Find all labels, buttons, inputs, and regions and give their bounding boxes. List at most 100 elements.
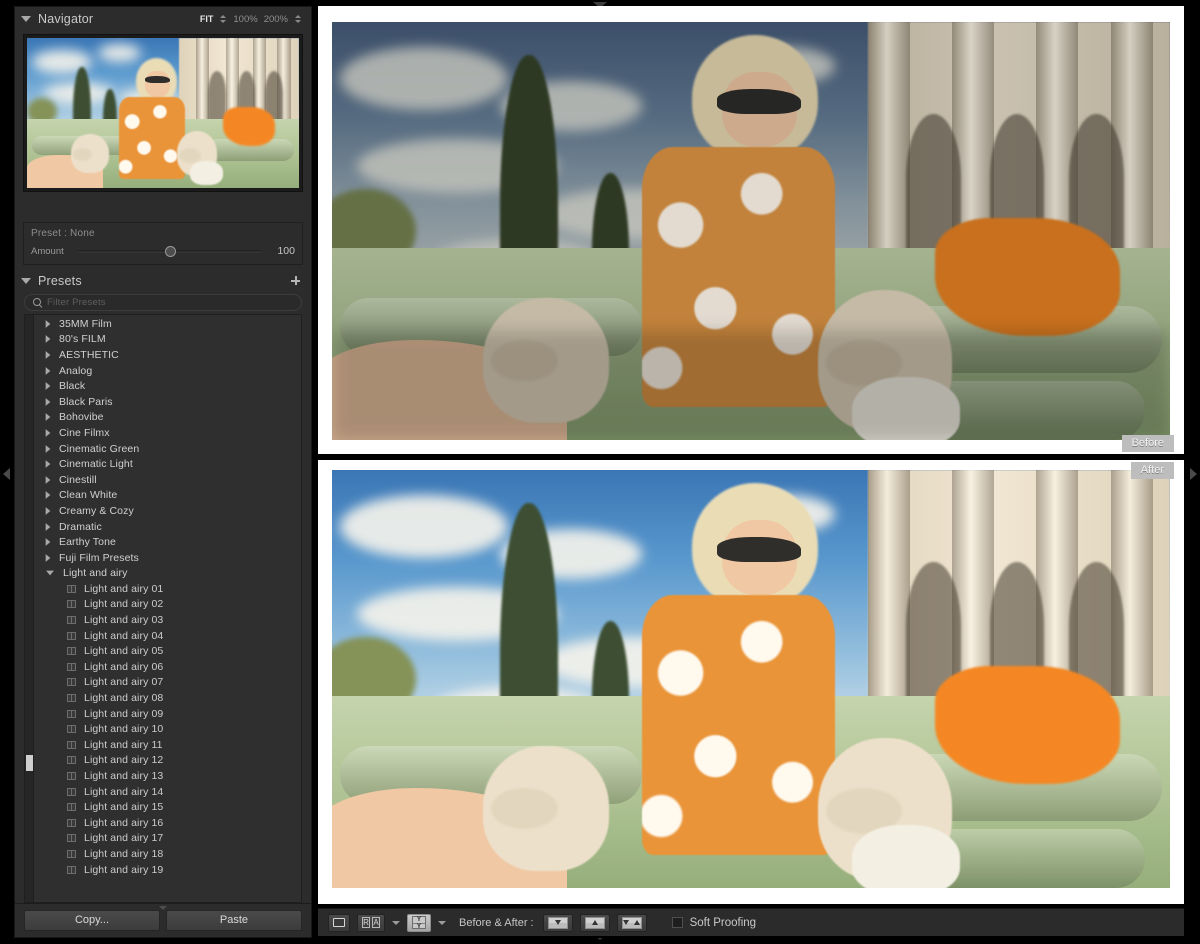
preset-list-scrollbar-thumb[interactable] <box>26 755 33 771</box>
preset-group-row[interactable]: Clean White <box>34 488 301 504</box>
filter-presets-input[interactable]: Filter Presets <box>24 294 302 311</box>
left-panel-collapse-arrow-icon[interactable] <box>3 468 10 480</box>
preset-group-label: Bohovibe <box>59 411 104 424</box>
reference-compare-button[interactable]: R A <box>357 913 385 932</box>
preset-group-row[interactable]: Creamy & Cozy <box>34 503 301 519</box>
preset-group-row[interactable]: Cinematic Light <box>34 456 301 472</box>
presets-disclosure-triangle-icon[interactable] <box>21 278 31 284</box>
group-disclosure-collapsed-icon[interactable] <box>45 397 51 406</box>
preset-item-row[interactable]: Light and airy 15 <box>34 799 301 815</box>
preset-item-row[interactable]: Light and airy 16 <box>34 815 301 831</box>
group-disclosure-collapsed-icon[interactable] <box>45 553 51 562</box>
loupe-view-button[interactable] <box>328 913 350 932</box>
preset-item-row[interactable]: Light and airy 05 <box>34 643 301 659</box>
group-disclosure-collapsed-icon[interactable] <box>45 429 51 437</box>
preset-group-label: 80's FILM <box>59 333 106 346</box>
group-disclosure-collapsed-icon[interactable] <box>45 351 51 359</box>
preset-item-row[interactable]: Light and airy 01 <box>34 581 301 597</box>
soft-proofing-checkbox[interactable] <box>671 917 683 928</box>
preset-item-row[interactable]: Light and airy 03 <box>34 612 301 628</box>
preset-item-row[interactable]: Light and airy 13 <box>34 768 301 784</box>
navigator-header[interactable]: Navigator FIT 100% 200% <box>15 7 311 31</box>
preset-group-row[interactable]: AESTHETIC <box>34 347 301 363</box>
preset-item-label: Light and airy 13 <box>84 770 164 783</box>
swap-before-after-button[interactable] <box>616 913 647 932</box>
preset-group-row[interactable]: Black <box>34 378 301 394</box>
amount-slider[interactable] <box>78 245 262 257</box>
preset-thumbnail-icon <box>67 678 76 687</box>
paste-button[interactable]: Paste <box>166 909 302 931</box>
right-panel-collapse-arrow-icon[interactable] <box>1190 468 1197 480</box>
preset-item-row[interactable]: Light and airy 19 <box>34 862 301 878</box>
preset-list-scrollbar[interactable] <box>25 315 34 902</box>
preset-item-row[interactable]: Light and airy 17 <box>34 831 301 847</box>
preset-group-row[interactable]: Bohovibe <box>34 410 301 426</box>
preset-group-row[interactable]: Earthy Tone <box>34 534 301 550</box>
preset-group-row[interactable]: Cinematic Green <box>34 441 301 457</box>
before-after-split-view-button[interactable]: Y Y <box>407 913 431 932</box>
amount-slider-knob[interactable] <box>164 245 176 257</box>
preset-thumbnail-icon <box>67 662 76 671</box>
preset-thumbnail-icon <box>67 756 76 765</box>
preset-item-row[interactable]: Light and airy 06 <box>34 659 301 675</box>
preset-item-row[interactable]: Light and airy 18 <box>34 846 301 862</box>
group-disclosure-collapsed-icon[interactable] <box>45 366 51 375</box>
group-disclosure-collapsed-icon[interactable] <box>45 460 51 469</box>
preset-item-row[interactable]: Light and airy 09 <box>34 706 301 722</box>
zoom-fit-stepper-icon[interactable] <box>220 15 227 23</box>
group-disclosure-collapsed-icon[interactable] <box>45 522 51 531</box>
group-disclosure-collapsed-icon[interactable] <box>45 491 51 500</box>
before-image-pane[interactable]: Before <box>318 6 1184 454</box>
group-disclosure-collapsed-icon[interactable] <box>45 444 51 453</box>
preset-group-row[interactable]: Fuji Film Presets <box>34 550 301 566</box>
navigator-title: Navigator <box>38 12 94 26</box>
navigator-disclosure-triangle-icon[interactable] <box>21 16 31 22</box>
group-disclosure-collapsed-icon[interactable] <box>45 335 51 344</box>
after-image-pane[interactable]: After <box>318 460 1184 904</box>
copy-button[interactable]: Copy... <box>24 909 160 931</box>
zoom-level-fit[interactable]: FIT <box>199 14 215 24</box>
preset-item-row[interactable]: Light and airy 07 <box>34 675 301 691</box>
split-view-dropdown-chevron-down-icon[interactable] <box>438 920 446 925</box>
preset-group-label: Black Paris <box>59 395 113 408</box>
preset-group-row[interactable]: Light and airy <box>34 566 301 582</box>
preset-group-row[interactable]: Dramatic <box>34 519 301 535</box>
after-photo <box>332 470 1170 888</box>
preset-group-row[interactable]: Cine Filmx <box>34 425 301 441</box>
group-disclosure-collapsed-icon[interactable] <box>45 475 51 484</box>
preset-item-row[interactable]: Light and airy 14 <box>34 784 301 800</box>
preset-group-row[interactable]: 80's FILM <box>34 332 301 348</box>
reference-letter-r: R <box>362 917 370 928</box>
zoom-custom-stepper-icon[interactable] <box>295 15 301 23</box>
preset-item-row[interactable]: Light and airy 02 <box>34 597 301 613</box>
copy-before-to-after-button[interactable] <box>579 913 610 932</box>
reference-compare-dropdown-chevron-down-icon[interactable] <box>392 920 400 925</box>
preset-group-label: Dramatic <box>59 520 102 533</box>
preset-group-row[interactable]: Analog <box>34 363 301 379</box>
group-disclosure-collapsed-icon[interactable] <box>45 319 51 328</box>
group-disclosure-collapsed-icon[interactable] <box>45 538 51 547</box>
group-disclosure-expanded-icon[interactable] <box>46 570 54 576</box>
preset-group-row[interactable]: 35MM Film <box>34 316 301 332</box>
preset-group-row[interactable]: Black Paris <box>34 394 301 410</box>
soft-proofing-group[interactable]: Soft Proofing <box>671 917 756 929</box>
after-label-badge: After <box>1130 462 1174 479</box>
zoom-level-200[interactable]: 200% <box>263 14 289 25</box>
preset-item-row[interactable]: Light and airy 12 <box>34 753 301 769</box>
preset-item-row[interactable]: Light and airy 04 <box>34 628 301 644</box>
add-preset-plus-icon[interactable] <box>290 275 302 287</box>
preset-thumbnail-icon <box>67 849 76 858</box>
copy-after-to-before-button[interactable] <box>542 913 573 932</box>
group-disclosure-collapsed-icon[interactable] <box>45 413 51 422</box>
preset-item-row[interactable]: Light and airy 10 <box>34 721 301 737</box>
zoom-level-100[interactable]: 100% <box>232 14 258 25</box>
preset-group-row[interactable]: Cinestill <box>34 472 301 488</box>
navigator-preview[interactable] <box>23 34 303 192</box>
group-disclosure-collapsed-icon[interactable] <box>45 507 51 515</box>
preset-item-label: Light and airy 18 <box>84 847 164 860</box>
presets-header[interactable]: Presets <box>15 268 311 294</box>
preset-item-row[interactable]: Light and airy 08 <box>34 690 301 706</box>
preset-item-row[interactable]: Light and airy 11 <box>34 737 301 753</box>
group-disclosure-collapsed-icon[interactable] <box>45 382 51 391</box>
amount-value[interactable]: 100 <box>269 245 295 257</box>
